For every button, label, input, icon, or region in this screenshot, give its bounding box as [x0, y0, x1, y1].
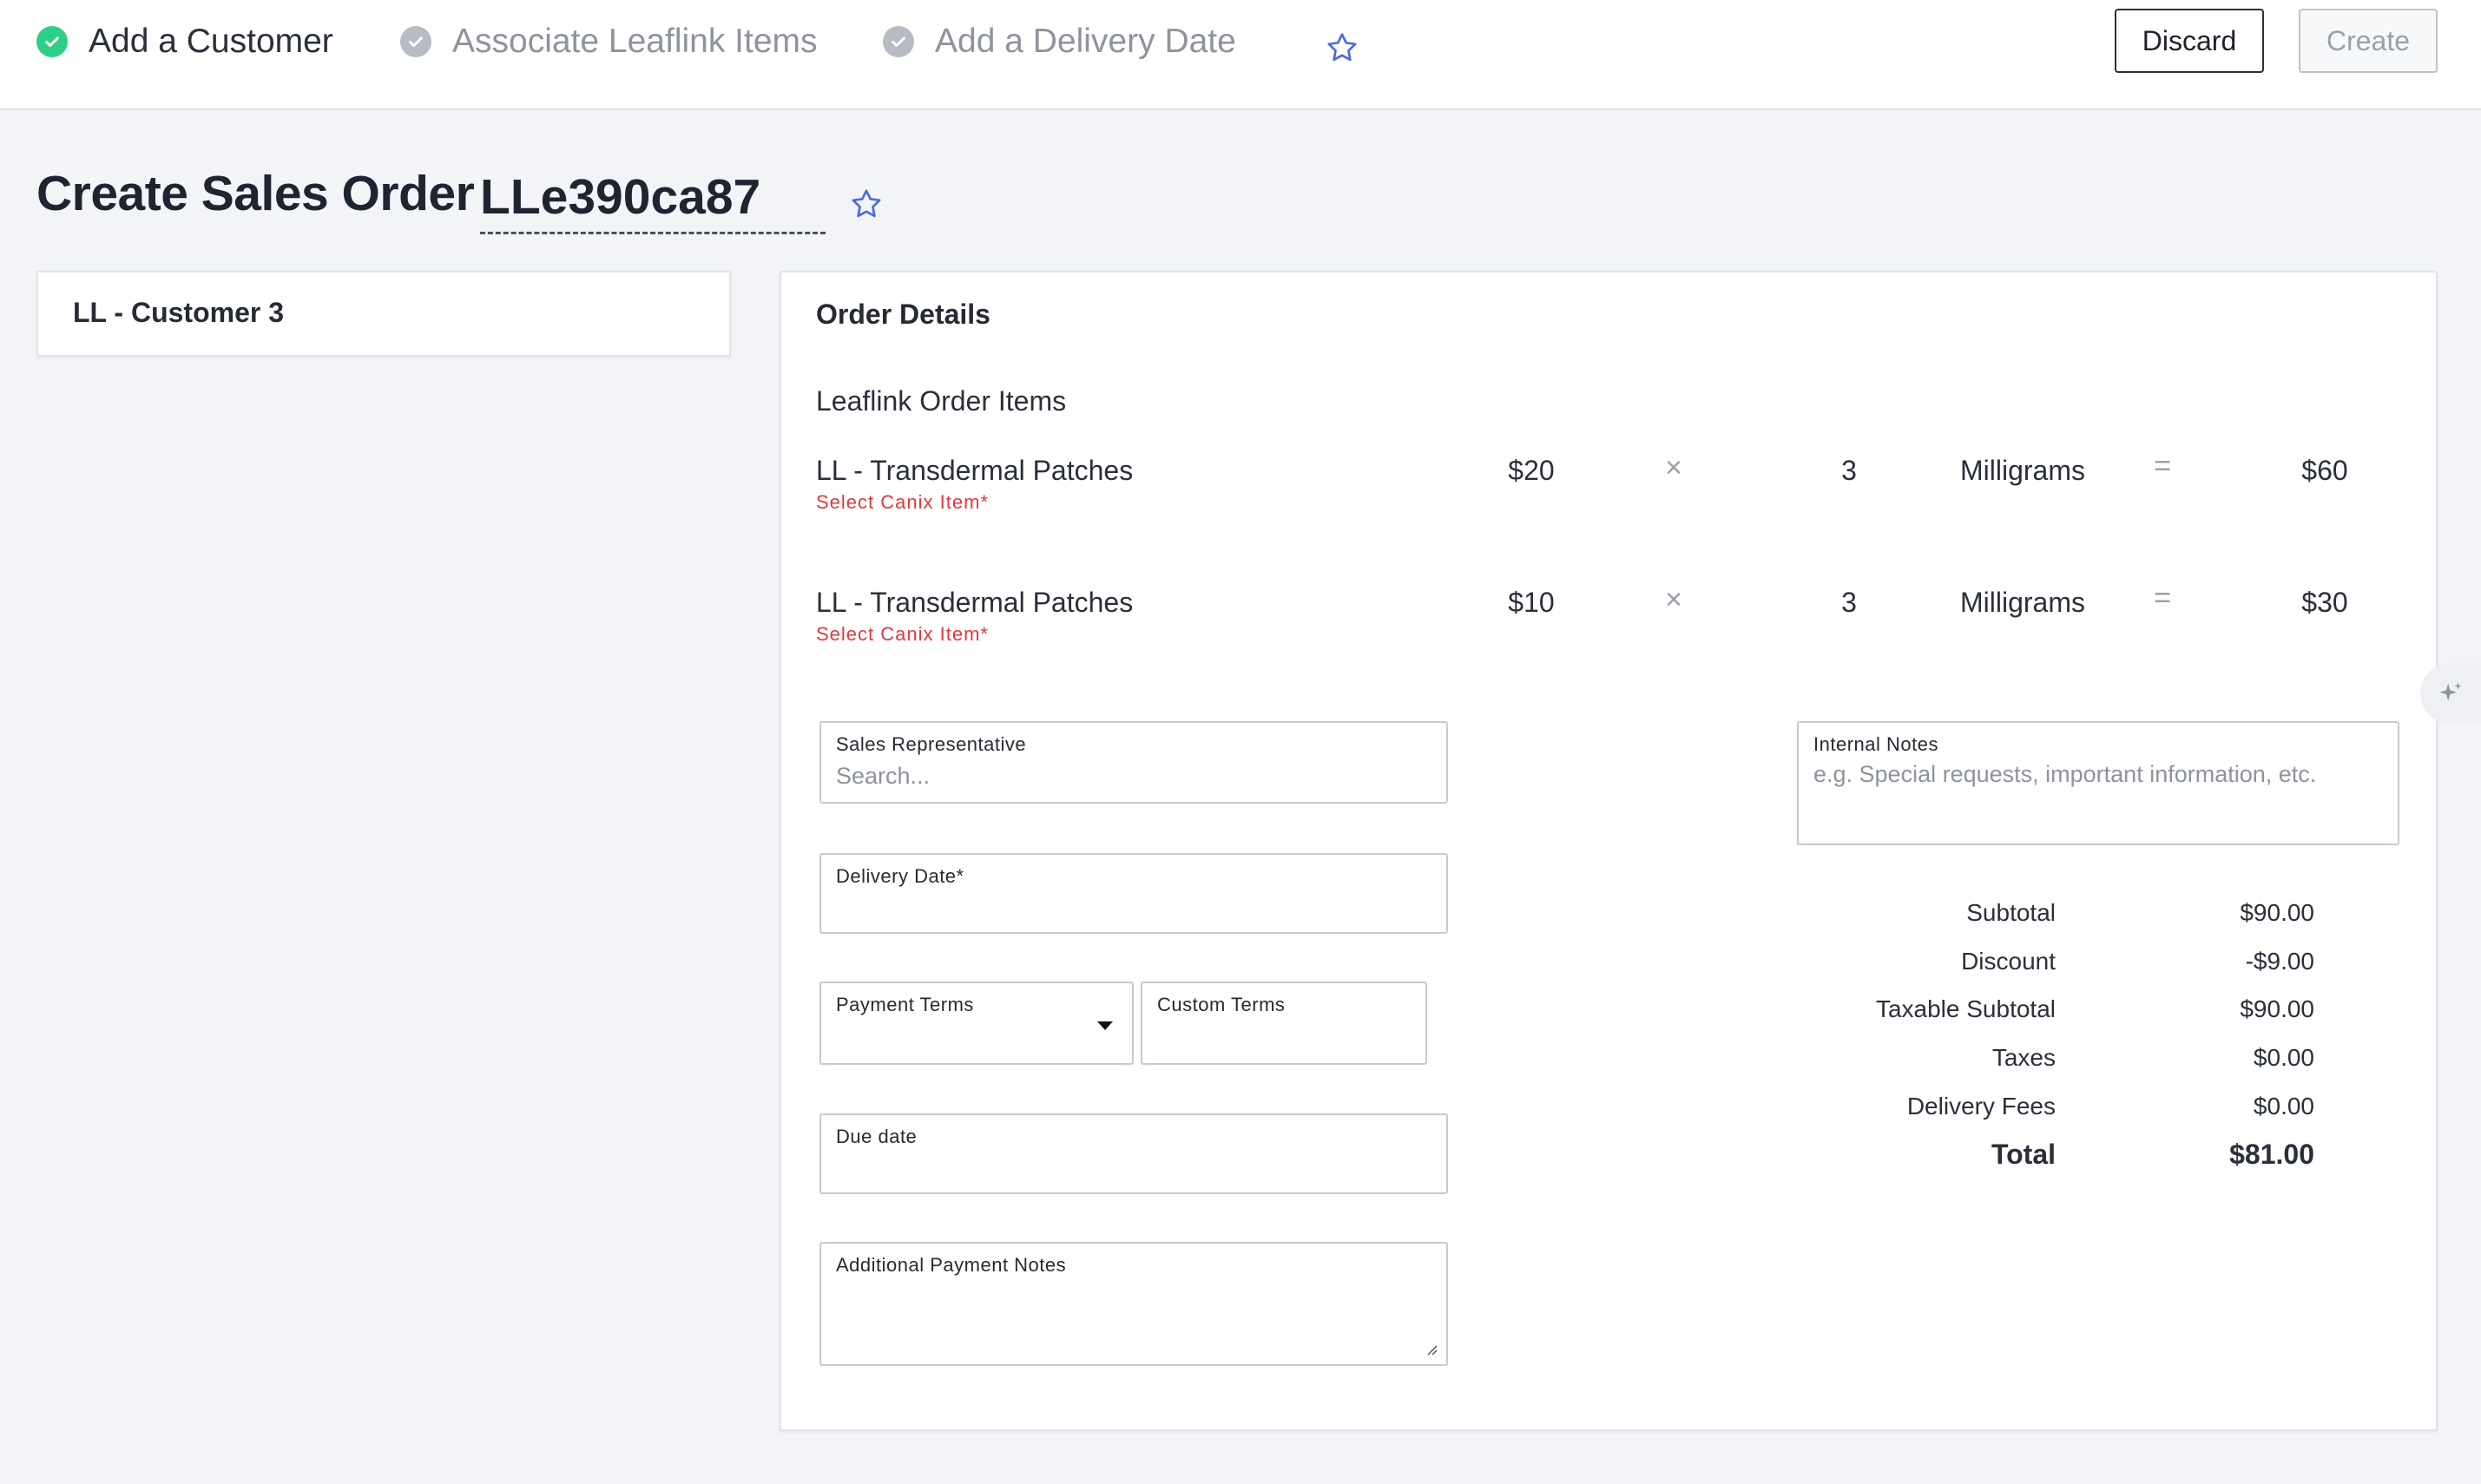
- internal-notes-textarea[interactable]: Internal Notes e.g. Special requests, im…: [1797, 721, 2399, 845]
- discount-label: Discount: [1961, 948, 2056, 975]
- page-title: Create Sales Order: [36, 166, 475, 221]
- taxes-label: Taxes: [1991, 1044, 2056, 1071]
- multiply-icon: ×: [1665, 583, 1682, 616]
- total-value: $81.00: [2229, 1139, 2314, 1170]
- delivery-date-input[interactable]: Delivery Date*: [819, 853, 1448, 934]
- item-total: $60: [2301, 455, 2348, 486]
- field-placeholder: e.g. Special requests, important informa…: [1813, 761, 2317, 787]
- item-quantity: 3: [1841, 587, 1857, 618]
- field-label: Delivery Date*: [836, 865, 964, 887]
- total-label: Total: [1991, 1139, 2056, 1170]
- taxable-subtotal-label: Taxable Subtotal: [1875, 995, 2056, 1022]
- step-add-customer[interactable]: Add a Customer: [36, 19, 333, 64]
- customer-card: LL - Customer 3: [36, 271, 731, 357]
- order-details-card: Order Details Leaflink Order Items LL - …: [780, 271, 2438, 1431]
- field-placeholder: Search...: [836, 763, 931, 789]
- item-quantity: 3: [1841, 455, 1857, 486]
- order-id-field[interactable]: LLe390ca87: [480, 167, 826, 234]
- sales-rep-input[interactable]: Sales Representative Search...: [819, 721, 1448, 804]
- sparkle-icon: [2439, 682, 2462, 701]
- step-label: Associate Leaflink Items: [452, 23, 818, 60]
- subtotal-value: $90.00: [2240, 899, 2314, 926]
- check-circle-icon: [400, 26, 431, 57]
- equals-icon: =: [2154, 581, 2171, 614]
- additional-payment-notes-textarea[interactable]: Additional Payment Notes: [819, 1242, 1448, 1366]
- field-label: Internal Notes: [1813, 733, 1938, 755]
- custom-terms-input[interactable]: Custom Terms: [1141, 982, 1427, 1065]
- field-label: Sales Representative: [836, 733, 1027, 755]
- field-label: Additional Payment Notes: [836, 1254, 1067, 1276]
- field-label: Due date: [836, 1126, 918, 1147]
- resize-handle-icon[interactable]: [1424, 1342, 1438, 1356]
- item-unit: Milligrams: [1960, 455, 2085, 486]
- order-items-heading: Leaflink Order Items: [816, 385, 1067, 417]
- select-canix-item-link[interactable]: Select Canix Item*: [816, 491, 989, 514]
- equals-icon: =: [2154, 450, 2171, 483]
- item-name: LL - Transdermal Patches: [816, 587, 1134, 618]
- discard-button[interactable]: Discard: [2115, 9, 2264, 73]
- check-circle-icon: [883, 26, 914, 57]
- step-label: Add a Delivery Date: [935, 23, 1236, 60]
- step-associate-items[interactable]: Associate Leaflink Items: [400, 19, 818, 64]
- taxes-value: $0.00: [2253, 1044, 2314, 1071]
- step-label: Add a Customer: [89, 23, 333, 60]
- item-price: $20: [1508, 455, 1555, 486]
- item-total: $30: [2301, 587, 2348, 618]
- delivery-fees-value: $0.00: [2253, 1093, 2314, 1120]
- stepper-bar: Add a Customer Associate Leaflink Items …: [0, 0, 2481, 110]
- payment-terms-select[interactable]: Payment Terms: [819, 982, 1134, 1065]
- customer-name: LL - Customer 3: [73, 297, 284, 328]
- check-circle-icon: [36, 26, 68, 57]
- item-price: $10: [1508, 587, 1555, 618]
- due-date-input[interactable]: Due date: [819, 1113, 1448, 1194]
- star-icon[interactable]: [1325, 30, 1359, 65]
- discount-value: -$9.00: [2245, 948, 2314, 975]
- order-details-heading: Order Details: [816, 299, 990, 330]
- subtotal-label: Subtotal: [1966, 899, 2056, 926]
- step-delivery-date[interactable]: Add a Delivery Date: [883, 19, 1236, 64]
- multiply-icon: ×: [1665, 451, 1682, 484]
- create-button[interactable]: Create: [2299, 9, 2438, 73]
- caret-down-icon: [1097, 1021, 1113, 1030]
- item-name: LL - Transdermal Patches: [816, 455, 1134, 486]
- taxable-subtotal-value: $90.00: [2240, 995, 2314, 1022]
- field-label: Custom Terms: [1157, 994, 1286, 1015]
- item-unit: Milligrams: [1960, 587, 2085, 618]
- field-label: Payment Terms: [836, 994, 974, 1015]
- delivery-fees-label: Delivery Fees: [1906, 1093, 2056, 1120]
- ai-assistant-button[interactable]: [2420, 663, 2481, 724]
- select-canix-item-link[interactable]: Select Canix Item*: [816, 623, 989, 646]
- star-icon[interactable]: [849, 187, 884, 221]
